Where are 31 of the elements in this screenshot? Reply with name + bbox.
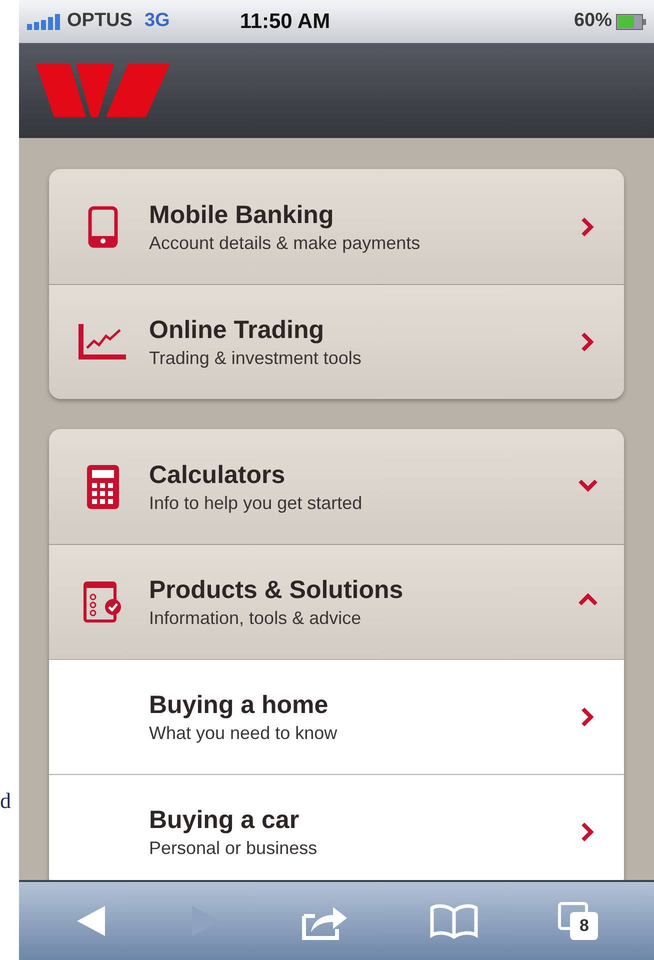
carrier-name: OPTUS bbox=[67, 9, 132, 34]
calculator-icon bbox=[86, 464, 120, 510]
item-title: Online Trading bbox=[149, 315, 326, 346]
logo-icon bbox=[36, 62, 170, 119]
item-subtitle: Information, tools & advice bbox=[149, 607, 362, 630]
text-fragment: d bbox=[0, 790, 11, 812]
signal-icon bbox=[27, 12, 63, 30]
item-subtitle: Personal or business bbox=[149, 837, 318, 860]
item-title: Mobile Banking bbox=[149, 200, 335, 230]
item-subtitle: What you need to know bbox=[149, 722, 338, 745]
chart-icon bbox=[78, 324, 128, 360]
battery-percent: 60% bbox=[574, 9, 612, 34]
item-title: Buying a car bbox=[149, 805, 300, 836]
battery-icon bbox=[616, 14, 646, 30]
status-time: 11:50 AM bbox=[240, 8, 330, 35]
bookmarks-icon[interactable] bbox=[428, 903, 479, 939]
item-subtitle: Trading & investment tools bbox=[149, 347, 362, 370]
phone-icon bbox=[88, 206, 118, 248]
item-subtitle: Info to help you get started bbox=[149, 492, 364, 514]
menu-item[interactable]: Online Trading Trading & investment tools bbox=[49, 284, 624, 399]
menu-item[interactable]: Products & Solutions Information, tools & advice bbox=[49, 544, 624, 659]
item-title: Buying a home bbox=[149, 690, 330, 721]
item-subtitle: Account details & make payments bbox=[149, 232, 422, 254]
menu-item[interactable]: Buying a car Personal or business bbox=[49, 774, 624, 880]
menu-item[interactable]: Buying a home What you need to know bbox=[49, 659, 624, 774]
menu-item[interactable]: Mobile Banking Account details & make payments bbox=[49, 169, 624, 284]
network-type: 3G bbox=[144, 9, 170, 34]
menu-item[interactable]: Calculators Info to help you get started bbox=[49, 429, 624, 544]
item-title: Calculators bbox=[149, 460, 286, 490]
checklist-icon bbox=[83, 580, 123, 624]
item-title: Products & Solutions bbox=[149, 575, 404, 606]
